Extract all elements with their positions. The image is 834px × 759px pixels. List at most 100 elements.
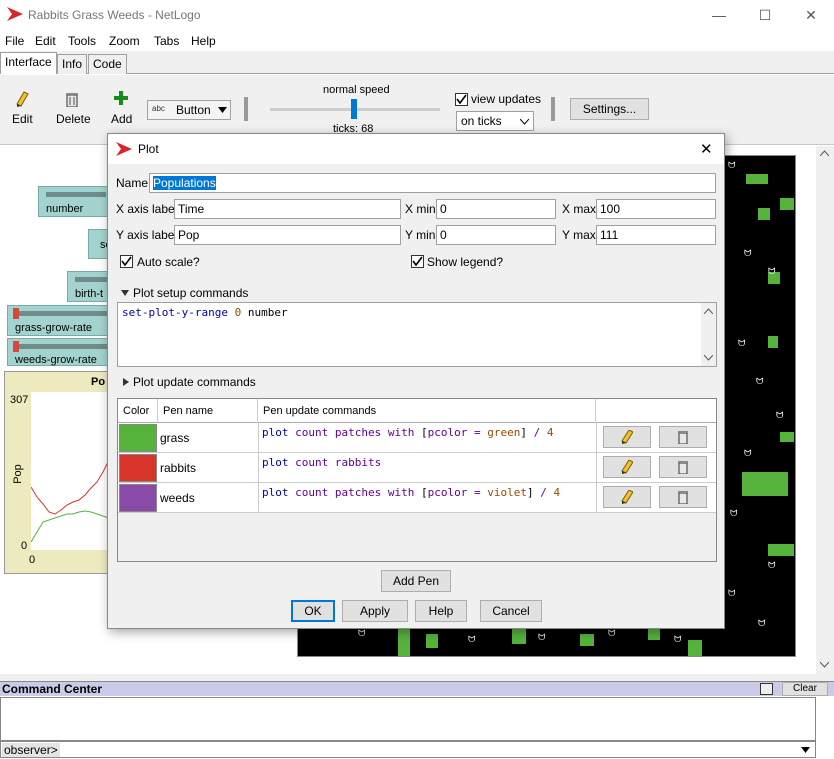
y-axis-field[interactable]: Pop: [174, 225, 401, 245]
slider-number[interactable]: number: [38, 186, 118, 217]
trash-icon[interactable]: [65, 91, 79, 107]
cancel-button[interactable]: Cancel: [480, 600, 542, 622]
splitter[interactable]: [0, 674, 834, 681]
pen-update-code[interactable]: plot count rabbits: [262, 456, 381, 469]
setup-scrollbar[interactable]: [701, 303, 716, 366]
slider-number-label: number: [46, 203, 84, 215]
tab-code[interactable]: Code: [88, 54, 127, 74]
code-value: green: [487, 426, 521, 439]
pencil-icon[interactable]: [15, 91, 29, 107]
widget-type-select[interactable]: abc Button: [147, 100, 231, 120]
maximize-button[interactable]: ☐: [742, 0, 788, 30]
tab-info[interactable]: Info: [57, 54, 88, 74]
show-legend-label: Show legend?: [427, 255, 504, 269]
toolbar-separator: [244, 97, 248, 121]
pen-color-swatch[interactable]: [119, 454, 157, 482]
menu-file[interactable]: File: [5, 34, 24, 48]
populations-plot[interactable]: Po 307 0 0 Pop: [4, 371, 119, 574]
plus-icon[interactable]: [114, 91, 128, 105]
show-legend-checkbox[interactable]: [411, 255, 424, 268]
delete-button[interactable]: Delete: [56, 112, 91, 126]
clear-button[interactable]: Clear: [782, 682, 828, 696]
ok-button[interactable]: OK: [291, 600, 335, 622]
pen-update-code[interactable]: plot count patches with [pcolor = violet…: [262, 486, 560, 499]
apply-button[interactable]: Apply: [342, 600, 408, 622]
rabbit-icon: ᗢ: [608, 629, 616, 639]
plot-ymin: 0: [21, 540, 28, 552]
close-window-button[interactable]: ✕: [788, 0, 834, 30]
add-button[interactable]: Add: [111, 112, 132, 126]
header-color: Color: [118, 399, 158, 423]
x-min-field[interactable]: 0: [436, 199, 556, 219]
rabbit-icon: ᗢ: [538, 633, 546, 643]
slider-knob[interactable]: [13, 308, 19, 319]
slider-track: [13, 311, 109, 316]
edit-pen-button[interactable]: [603, 456, 651, 478]
rabbit-icon: ᗢ: [744, 449, 752, 459]
pen-row-grass[interactable]: grass plot count patches with [pcolor = …: [118, 423, 716, 453]
header-pen-update: Pen update commands: [258, 399, 596, 423]
scroll-down-icon[interactable]: [704, 355, 713, 361]
menu-help[interactable]: Help: [191, 34, 216, 48]
scroll-up-icon[interactable]: [704, 308, 713, 314]
menu-tools[interactable]: Tools: [68, 34, 96, 48]
code-command: set-plot-y-range: [122, 306, 228, 319]
widget-type-value: Button: [176, 103, 211, 117]
slider-weeds-grow-rate[interactable]: weeds-grow-rate: [7, 338, 118, 366]
pen-name[interactable]: rabbits: [160, 461, 196, 475]
y-min-field[interactable]: 0: [436, 225, 556, 245]
menu-edit[interactable]: Edit: [35, 34, 56, 48]
plot-ylabel: Pop: [11, 464, 24, 484]
chevron-down-icon[interactable]: [801, 747, 810, 753]
observer-select[interactable]: observer>: [2, 743, 60, 757]
delete-pen-button[interactable]: [659, 486, 707, 508]
toolbar-separator: [551, 97, 555, 121]
edit-pen-button[interactable]: [603, 426, 651, 448]
help-button[interactable]: Help: [415, 600, 467, 622]
edit-pen-button[interactable]: [603, 486, 651, 508]
plot-name-field[interactable]: Populations: [149, 173, 716, 193]
setup-commands-editor[interactable]: set-plot-y-range 0 number: [117, 302, 717, 367]
slider-grass-grow-rate[interactable]: grass-grow-rate: [7, 305, 118, 336]
auto-scale-label: Auto scale?: [137, 255, 200, 269]
pen-name[interactable]: grass: [160, 431, 189, 445]
y-max-field[interactable]: 111: [596, 225, 716, 245]
slider-knob[interactable]: [13, 341, 19, 352]
pen-color-swatch[interactable]: [119, 484, 157, 512]
update-expand-icon[interactable]: [122, 378, 130, 386]
tab-interface[interactable]: Interface: [0, 52, 57, 74]
code-number: 4: [553, 486, 561, 499]
interface-vertical-scrollbar[interactable]: [816, 146, 834, 674]
delete-pen-button[interactable]: [659, 456, 707, 478]
settings-button[interactable]: Settings...: [570, 98, 649, 120]
code-keyword: count rabbits: [295, 456, 382, 469]
slider-track: [46, 192, 106, 197]
minimize-button[interactable]: —: [696, 0, 742, 30]
setup-expand-icon[interactable]: [121, 289, 129, 297]
command-input-row[interactable]: observer>: [0, 741, 816, 758]
speed-slider-thumb[interactable]: [351, 99, 357, 119]
x-max-field[interactable]: 100: [596, 199, 716, 219]
name-label: Name: [116, 176, 149, 190]
auto-scale-checkbox[interactable]: [120, 255, 133, 268]
pen-row-weeds[interactable]: weeds plot count patches with [pcolor = …: [118, 483, 716, 513]
update-mode-select[interactable]: on ticks: [456, 111, 534, 131]
delete-pen-button[interactable]: [659, 426, 707, 448]
pen-name[interactable]: weeds: [160, 491, 195, 505]
plot-dialog: Plot ✕ Name Populations X axis label Tim…: [107, 133, 725, 629]
scroll-down-icon[interactable]: [820, 662, 829, 668]
edit-button[interactable]: Edit: [12, 112, 33, 126]
add-pen-button[interactable]: Add Pen: [381, 570, 451, 592]
pen-row-rabbits[interactable]: rabbits plot count rabbits: [118, 453, 716, 483]
scroll-up-icon[interactable]: [820, 150, 829, 156]
pen-update-code[interactable]: plot count patches with [pcolor = green]…: [262, 426, 553, 439]
view-updates-checkbox[interactable]: [455, 93, 468, 106]
pen-color-swatch[interactable]: [119, 424, 157, 452]
x-axis-field[interactable]: Time: [174, 199, 401, 219]
menu-tabs[interactable]: Tabs: [154, 34, 179, 48]
menu-zoom[interactable]: Zoom: [109, 34, 140, 48]
command-center-output[interactable]: [0, 697, 816, 741]
close-icon[interactable]: ✕: [700, 140, 713, 158]
expand-icon[interactable]: [760, 683, 773, 695]
code-number: 0: [234, 306, 242, 319]
